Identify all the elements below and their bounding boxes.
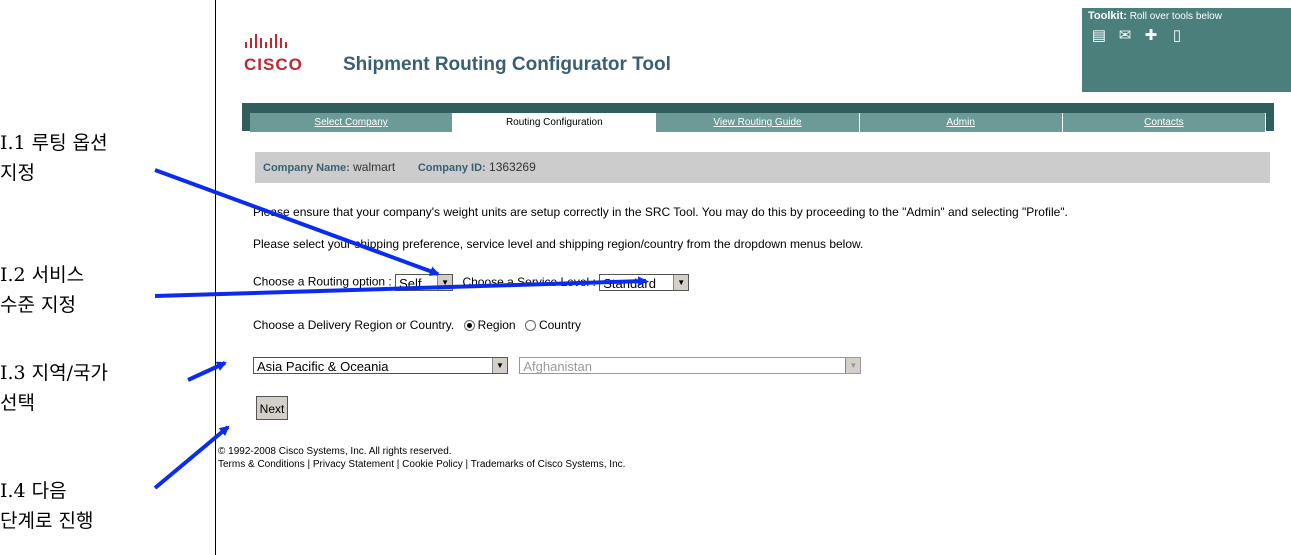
privacy-link[interactable]: Privacy Statement	[313, 459, 394, 470]
country-select[interactable]: Afghanistan ▼	[519, 357, 862, 374]
delivery-row: Choose a Delivery Region or Country. Reg…	[253, 318, 581, 332]
annotation-2-line1: I.2 서비스	[0, 264, 85, 286]
region-value: Asia Pacific & Oceania	[257, 359, 389, 374]
service-level-value: Standard	[603, 276, 656, 291]
annotation-2: I.2 서비스수준 지정	[0, 260, 84, 320]
chevron-down-icon: ▼	[492, 358, 507, 373]
weight-units-note: Please ensure that your company's weight…	[253, 205, 1068, 219]
company-name-value: walmart	[353, 160, 396, 174]
toolkit-heading: Toolkit: Roll over tools below	[1088, 10, 1285, 22]
routing-option-select[interactable]: Self ▼	[395, 274, 454, 291]
copyright-text: © 1992-2008 Cisco Systems, Inc. All righ…	[218, 446, 452, 457]
document-icon[interactable]: ▯	[1168, 27, 1186, 45]
print-icon[interactable]: ▤	[1090, 27, 1108, 45]
tab-admin[interactable]: Admin	[859, 113, 1063, 132]
cisco-logo: CISCO	[244, 55, 303, 74]
annotation-4-line2: 단계로 진행	[0, 510, 94, 532]
terms-link[interactable]: Terms & Conditions	[218, 459, 305, 470]
select-instructions: Please select your shipping preference, …	[253, 237, 864, 251]
service-level-select[interactable]: Standard ▼	[599, 274, 690, 291]
mail-icon[interactable]: ✉	[1116, 27, 1134, 45]
routing-option-value: Self	[399, 276, 422, 291]
annotation-3-line2: 선택	[0, 392, 35, 414]
annotation-3-line1: I.3 지역/국가	[0, 362, 108, 384]
add-icon[interactable]: ✚	[1142, 27, 1160, 45]
routing-service-row: Choose a Routing option : Self ▼ Choose …	[253, 274, 690, 291]
annotation-4: I.4 다음단계로 진행	[0, 476, 93, 536]
footer: © 1992-2008 Cisco Systems, Inc. All righ…	[218, 446, 626, 470]
country-radio-label: Country	[538, 318, 581, 332]
trademarks-link[interactable]: Trademarks of Cisco Systems, Inc.	[471, 459, 626, 470]
country-value: Afghanistan	[523, 359, 593, 374]
toolkit-panel: Toolkit: Roll over tools below ▤ ✉ ✚ ▯	[1082, 8, 1291, 92]
toolkit-hint: Roll over tools below	[1129, 11, 1222, 22]
tab-contacts[interactable]: Contacts	[1062, 113, 1267, 132]
chevron-down-icon: ▼	[437, 275, 453, 290]
annotation-3: I.3 지역/국가선택	[0, 358, 108, 418]
chevron-down-icon: ▼	[845, 358, 861, 373]
region-radio[interactable]	[463, 320, 475, 332]
cookie-link[interactable]: Cookie Policy	[402, 459, 463, 470]
annotation-2-line2: 수준 지정	[0, 294, 76, 316]
company-id-label: Company ID:	[417, 162, 486, 174]
country-radio[interactable]	[524, 320, 536, 332]
region-radio-label: Region	[477, 318, 516, 332]
nav-tabs: Select Company Routing Configuration Vie…	[250, 113, 1267, 132]
company-name-label: Company Name:	[263, 162, 350, 174]
annotation-1: I.1 루팅 옵션지정	[0, 128, 108, 188]
region-country-row: Asia Pacific & Oceania ▼ Afghanistan ▼	[253, 357, 862, 374]
routing-option-label: Choose a Routing option :	[253, 274, 392, 289]
next-button[interactable]: Next	[256, 396, 288, 420]
service-level-label: Choose a Service Level :	[462, 274, 596, 289]
tab-select-company[interactable]: Select Company	[250, 113, 454, 132]
tab-view-routing-guide[interactable]: View Routing Guide	[656, 113, 860, 132]
delivery-label: Choose a Delivery Region or Country.	[253, 318, 455, 332]
region-select[interactable]: Asia Pacific & Oceania ▼	[253, 357, 508, 374]
chevron-down-icon: ▼	[673, 275, 689, 290]
company-info-bar: Company Name: walmart Company ID: 136326…	[255, 152, 1270, 183]
annotation-4-line1: I.4 다음	[0, 480, 67, 502]
annotation-1-line2: 지정	[0, 162, 35, 184]
tab-routing-configuration[interactable]: Routing Configuration	[453, 113, 657, 132]
company-id-value: 1363269	[489, 160, 536, 174]
toolkit-label: Toolkit:	[1088, 10, 1127, 22]
page-title: Shipment Routing Configurator Tool	[343, 54, 671, 75]
cisco-logo-bars	[245, 34, 287, 48]
annotation-1-line1: I.1 루팅 옵션	[0, 132, 108, 154]
